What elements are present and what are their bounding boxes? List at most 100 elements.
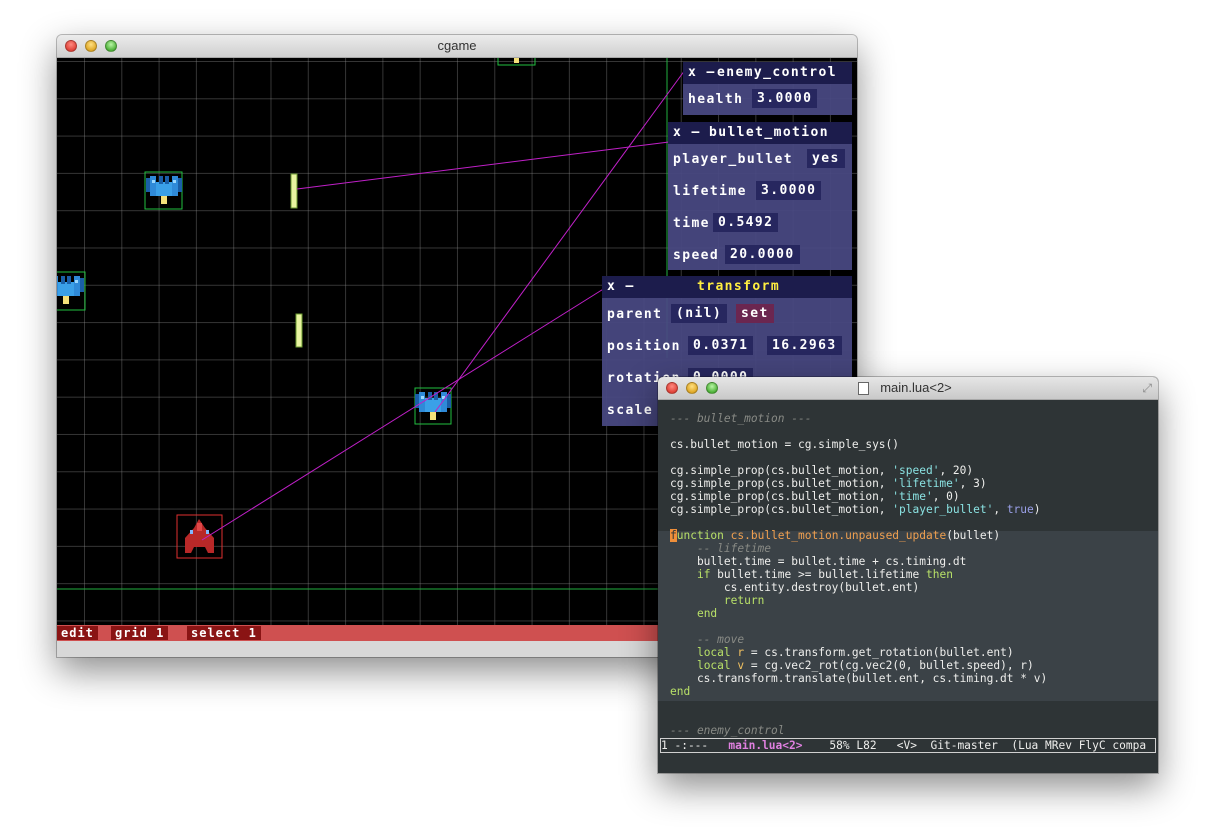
mode-indicator[interactable]: edit (57, 626, 98, 640)
code-token: 'player_bullet' (892, 503, 994, 516)
code-token: true (1006, 503, 1034, 516)
code-line[interactable]: cg.simple_prop(cs.bullet_motion, 'speed'… (670, 464, 973, 477)
code-line[interactable]: bullet.time = bullet.time + cs.timing.dt (670, 555, 966, 568)
panel-header[interactable]: x – enemy_control (683, 62, 852, 84)
modeline-modes[interactable]: (Lua MRev FlyC compa (1011, 739, 1146, 752)
code-line[interactable]: cs.bullet_motion = cg.simple_sys() (670, 438, 899, 451)
field-label: health (688, 92, 744, 107)
code-token: = cg.vec2_rot(cg.vec2(0, bullet.speed), … (744, 659, 1034, 672)
code-line[interactable]: cs.entity.destroy(bullet.ent) (670, 581, 919, 594)
code-token: cs.transform.translate(bullet.ent, cs.ti… (670, 672, 1048, 685)
editor-window: main.lua<2> ⤢ --- bullet_motion --- cs.bu… (658, 377, 1158, 773)
code-line[interactable]: --- bullet_motion --- (670, 412, 811, 425)
code-line[interactable]: return (670, 594, 764, 607)
speed-value[interactable]: 20.0000 (725, 245, 800, 264)
mode-line: 1 -:--- main.lua<2> 58% L82 <V> Git-mast… (660, 738, 1156, 753)
enemy-sprite[interactable] (57, 271, 86, 311)
code-line[interactable]: end (670, 685, 690, 698)
code-line[interactable]: cg.simple_prop(cs.bullet_motion, 'player… (670, 503, 1041, 516)
panel-header[interactable]: x – bullet_motion (668, 122, 852, 144)
editor-titlebar[interactable]: main.lua<2> ⤢ (658, 377, 1158, 400)
parent-value[interactable]: (nil) (671, 304, 728, 323)
modeline-position: 58% L82 (829, 739, 877, 752)
bullet-motion-panel: x – bullet_motion player_bullet yes life… (668, 122, 852, 270)
code-token: cg.simple_prop(cs.bullet_motion, (670, 477, 893, 490)
field-label: time (673, 216, 710, 231)
code-token: , 20) (939, 464, 974, 477)
field-label: scale (607, 403, 654, 418)
position-y-value[interactable]: 16.2963 (767, 336, 842, 355)
code-token: cs.bullet_motion = cg.simple_sys() (670, 438, 900, 451)
enemy-sprite[interactable] (497, 58, 536, 66)
game-window-title: cgame (437, 38, 477, 53)
set-parent-button[interactable]: set (736, 304, 774, 323)
code-line[interactable]: function cs.bullet_motion.unpaused_updat… (670, 529, 1000, 542)
code-line[interactable]: cs.transform.translate(bullet.ent, cs.ti… (670, 672, 1047, 685)
code-line[interactable]: -- move (670, 633, 744, 646)
code-line[interactable]: end (670, 607, 717, 620)
code-token: end (696, 607, 718, 620)
field-label: lifetime (673, 184, 747, 199)
panel-close-button[interactable]: x – (607, 279, 635, 294)
panel-title: transform (697, 279, 781, 294)
code-line[interactable]: --- enemy_control (670, 724, 785, 737)
health-value[interactable]: 3.0000 (752, 89, 818, 108)
code-token: 'time' (892, 490, 933, 503)
code-editor[interactable]: --- bullet_motion --- cs.bullet_motion = … (658, 400, 1158, 738)
code-token: 'lifetime' (892, 477, 960, 490)
game-titlebar[interactable]: cgame (57, 35, 857, 58)
code-token: unction (676, 529, 724, 542)
bullet[interactable] (295, 313, 303, 348)
player-bullet-value[interactable]: yes (807, 149, 845, 168)
code-token: ) (1033, 503, 1041, 516)
panel-title: bullet_motion (709, 125, 829, 140)
field-label: speed (673, 248, 720, 263)
code-line[interactable]: -- lifetime (670, 542, 771, 555)
code-token: bullet.time = bullet.time + cs.timing.dt (670, 555, 967, 568)
bullet[interactable] (290, 173, 298, 209)
position-x-value[interactable]: 0.0371 (688, 336, 754, 355)
player-ship[interactable] (176, 514, 223, 559)
code-token: local (696, 659, 731, 672)
enemy-control-panel: x – enemy_control health 3.0000 (683, 62, 852, 115)
code-token: , 0) (932, 490, 960, 503)
panel-header[interactable]: x – transform (602, 276, 852, 298)
code-line[interactable]: local v = cg.vec2_rot(cg.vec2(0, bullet.… (670, 659, 1034, 672)
modeline-vcs[interactable]: Git-master (931, 739, 998, 752)
code-token: 'speed' (892, 464, 940, 477)
modeline-buffer[interactable]: main.lua<2> (728, 739, 802, 752)
code-token: cs.entity.destroy(bullet.ent) (670, 581, 920, 594)
panel-close-button[interactable]: x – (688, 65, 716, 80)
grid-indicator[interactable]: grid 1 (111, 626, 169, 640)
code-token: , 3) (959, 477, 987, 490)
code-line[interactable]: cg.simple_prop(cs.bullet_motion, 'lifeti… (670, 477, 987, 490)
select-indicator[interactable]: select 1 (187, 626, 261, 640)
minibuffer[interactable] (658, 754, 1158, 773)
time-value[interactable]: 0.5492 (713, 213, 779, 232)
code-line[interactable]: local r = cs.transform.get_rotation(bull… (670, 646, 1014, 659)
code-token: -- move (670, 633, 745, 646)
code-token: (bullet) (946, 529, 1001, 542)
code-line[interactable]: cg.simple_prop(cs.bullet_motion, 'time',… (670, 490, 960, 503)
field-label: position (607, 339, 681, 354)
enemy-sprite-selected[interactable] (414, 387, 452, 425)
expand-icon[interactable]: ⤢ (1142, 381, 1152, 396)
modeline-state: 1 -:--- (661, 739, 709, 752)
editor-window-title: main.lua<2> (880, 380, 952, 395)
code-token: = cs.transform.get_rotation(bullet.ent) (744, 646, 1014, 659)
code-line[interactable]: if bullet.time >= bullet.lifetime then (670, 568, 953, 581)
enemy-sprite[interactable] (144, 171, 183, 210)
panel-close-button[interactable]: x – (673, 125, 701, 140)
lifetime-value[interactable]: 3.0000 (756, 181, 822, 200)
field-label: parent (607, 307, 663, 322)
code-token: -- lifetime (670, 542, 772, 555)
code-token: --- enemy_control (670, 724, 785, 737)
panel-title: enemy_control (717, 65, 837, 80)
code-token: cg.simple_prop(cs.bullet_motion, (670, 490, 893, 503)
field-label: player_bullet (673, 152, 793, 167)
